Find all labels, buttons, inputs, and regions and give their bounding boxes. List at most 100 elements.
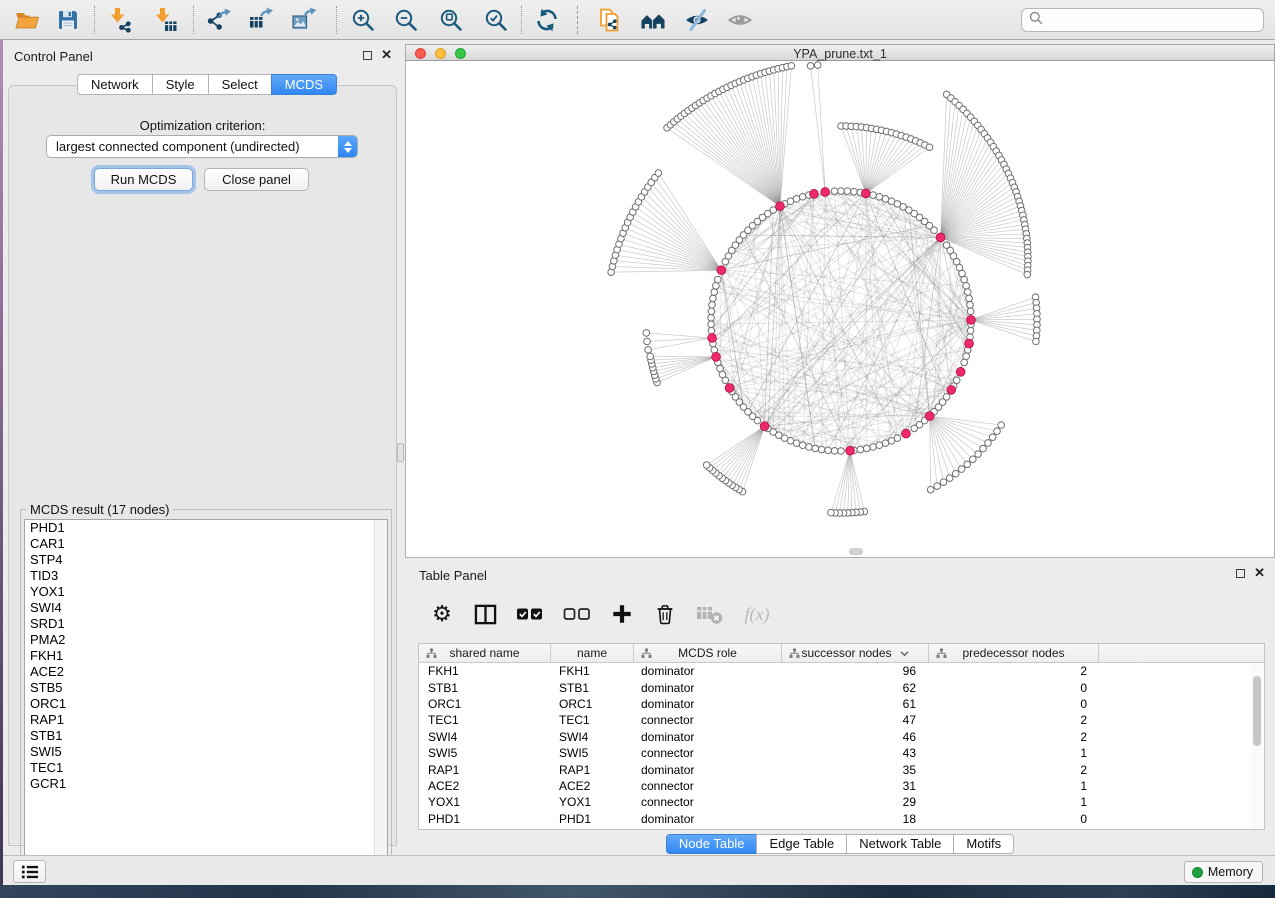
table-scrollbar[interactable] <box>1251 664 1263 828</box>
tab-select[interactable]: Select <box>208 74 272 95</box>
network-node[interactable] <box>831 448 838 455</box>
network-node[interactable] <box>844 188 851 195</box>
network-node[interactable] <box>714 276 721 283</box>
mcds-node[interactable] <box>861 189 870 198</box>
hide-selected-icon[interactable] <box>684 7 710 33</box>
mcds-result-item[interactable]: STB5 <box>25 680 387 696</box>
import-network-icon[interactable] <box>107 7 133 33</box>
leaf-node[interactable] <box>927 486 934 493</box>
mcds-node[interactable] <box>947 385 956 394</box>
mcds-node[interactable] <box>902 429 911 438</box>
column-header-mcds-role[interactable]: MCDS role <box>634 644 782 662</box>
tab-style[interactable]: Style <box>152 74 209 95</box>
leaf-node[interactable] <box>643 330 650 337</box>
network-node[interactable] <box>793 196 800 203</box>
network-node[interactable] <box>831 188 838 195</box>
mcds-result-item[interactable]: YOX1 <box>25 584 387 600</box>
tab-edge-table[interactable]: Edge Table <box>756 834 847 854</box>
leaf-node[interactable] <box>998 422 1005 429</box>
export-image-icon[interactable] <box>291 7 317 33</box>
close-panel-icon[interactable]: ✕ <box>1254 568 1265 578</box>
clone-network-icon[interactable] <box>597 7 623 33</box>
close-panel-button[interactable]: Close panel <box>204 168 309 191</box>
mcds-result-item[interactable]: SWI5 <box>25 744 387 760</box>
column-header-shared-name[interactable]: shared name <box>419 644 551 662</box>
mcds-result-item[interactable]: CAR1 <box>25 536 387 552</box>
window-close-icon[interactable] <box>415 48 426 59</box>
network-node[interactable] <box>708 327 715 334</box>
add-row-icon[interactable] <box>609 601 635 627</box>
table-row[interactable]: FKH1FKH1dominator962 <box>419 663 1264 679</box>
close-panel-icon[interactable]: ✕ <box>381 50 392 60</box>
mcds-node[interactable] <box>717 266 726 275</box>
refresh-layout-icon[interactable] <box>534 7 560 33</box>
leaf-node[interactable] <box>940 479 947 486</box>
column-header-predecessor-nodes[interactable]: predecessor nodes <box>929 644 1099 662</box>
network-node[interactable] <box>709 302 716 309</box>
mcds-result-item[interactable]: GCR1 <box>25 776 387 792</box>
float-panel-icon[interactable] <box>363 51 372 60</box>
mcds-node[interactable] <box>956 367 965 376</box>
leaf-node[interactable] <box>814 62 821 69</box>
network-node[interactable] <box>838 188 845 195</box>
import-table-icon[interactable] <box>152 7 178 33</box>
network-node[interactable] <box>799 193 806 200</box>
column-header-name[interactable]: name <box>551 644 634 662</box>
tab-network-table[interactable]: Network Table <box>846 834 954 854</box>
network-node[interactable] <box>876 442 883 449</box>
mcds-result-item[interactable]: RAP1 <box>25 712 387 728</box>
column-layout-icon[interactable] <box>472 601 498 627</box>
tab-network[interactable]: Network <box>77 74 153 95</box>
table-row[interactable]: SWI4SWI4dominator462 <box>419 729 1264 745</box>
leaf-node[interactable] <box>1024 271 1031 278</box>
column-header-successor-nodes[interactable]: successor nodes <box>782 644 929 662</box>
leaf-node[interactable] <box>985 440 992 447</box>
table-row[interactable]: STB1STB1dominator620 <box>419 679 1264 695</box>
mcds-node[interactable] <box>810 189 819 198</box>
network-node[interactable] <box>876 193 883 200</box>
network-titlebar[interactable]: YPA_prune.txt_1 <box>405 44 1275 61</box>
leaf-node[interactable] <box>980 445 987 452</box>
zoom-selected-icon[interactable] <box>483 7 509 33</box>
mcds-result-item[interactable]: STB1 <box>25 728 387 744</box>
canvas-hscroll-thumb[interactable] <box>849 548 863 555</box>
show-all-icon[interactable] <box>727 7 753 33</box>
mcds-result-list[interactable]: PHD1CAR1STP4TID3YOX1SWI4SRD1PMA2FKH1ACE2… <box>24 519 388 877</box>
network-canvas-svg[interactable] <box>406 61 1274 557</box>
leaf-node[interactable] <box>647 353 654 360</box>
zoom-fit-icon[interactable] <box>438 7 464 33</box>
network-node[interactable] <box>708 308 715 315</box>
network-node[interactable] <box>812 445 819 452</box>
network-node[interactable] <box>964 289 971 296</box>
network-node[interactable] <box>863 445 870 452</box>
search-input[interactable] <box>1048 10 1263 30</box>
mcds-node[interactable] <box>708 334 717 343</box>
export-network-icon[interactable] <box>206 7 232 33</box>
mcds-result-item[interactable]: FKH1 <box>25 648 387 664</box>
search-box[interactable] <box>1021 8 1264 32</box>
network-node[interactable] <box>799 442 806 449</box>
zoom-out-icon[interactable] <box>393 7 419 33</box>
deselect-all-icon[interactable] <box>562 601 592 627</box>
network-node[interactable] <box>818 446 825 453</box>
network-node[interactable] <box>825 447 832 454</box>
tab-mcds[interactable]: MCDS <box>271 74 337 95</box>
optimization-criterion-select[interactable]: largest connected component (undirected) <box>46 135 358 158</box>
mcds-result-item[interactable]: ACE2 <box>25 664 387 680</box>
mcds-result-item[interactable]: ORC1 <box>25 696 387 712</box>
mcds-result-item[interactable]: PHD1 <box>25 520 387 536</box>
mcds-result-item[interactable]: SWI4 <box>25 600 387 616</box>
network-node[interactable] <box>967 308 974 315</box>
leaf-node[interactable] <box>975 451 982 458</box>
leaf-node[interactable] <box>645 347 652 354</box>
network-node[interactable] <box>711 289 718 296</box>
network-node[interactable] <box>838 448 845 455</box>
first-neighbors-icon[interactable] <box>640 7 666 33</box>
leaf-node[interactable] <box>807 63 814 70</box>
mcds-result-item[interactable]: STP4 <box>25 552 387 568</box>
network-node[interactable] <box>967 302 974 309</box>
network-node[interactable] <box>851 188 858 195</box>
network-node[interactable] <box>882 440 889 447</box>
leaf-node[interactable] <box>952 470 959 477</box>
panel-splitter-handle[interactable] <box>397 443 404 462</box>
